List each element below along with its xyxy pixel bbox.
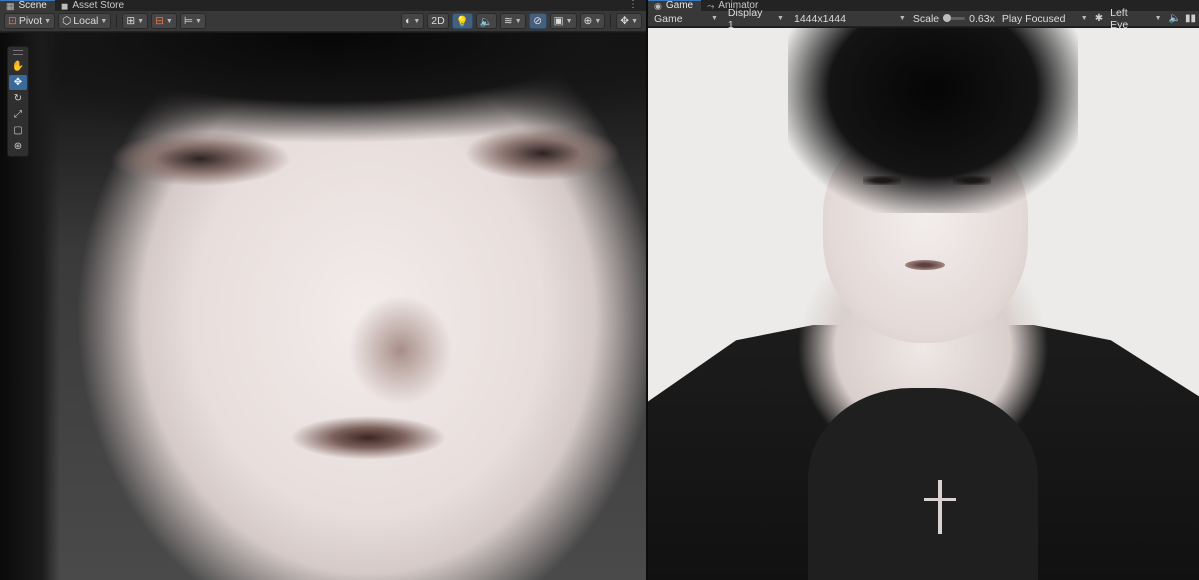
shirt-shape (808, 388, 1038, 580)
camera-dropdown[interactable]: ▣ ▼ (549, 13, 577, 29)
toolbar-divider (116, 14, 118, 28)
chevron-down-icon: ▼ (100, 17, 108, 25)
camera-icon: ▣ (553, 15, 564, 27)
tab-game[interactable]: ◉ Game (648, 0, 702, 11)
chevron-down-icon: ▼ (1154, 15, 1162, 22)
resolution-select[interactable]: 1444x1444 ▼ (791, 12, 909, 26)
chevron-down-icon: ▼ (710, 15, 718, 22)
gizmo-globe-icon: ⊕ (583, 15, 593, 27)
lips-shape (905, 260, 945, 270)
chevron-down-icon: ▼ (514, 17, 522, 25)
chevron-down-icon: ▼ (565, 17, 573, 25)
audio-toggle[interactable]: 🔈 (475, 13, 497, 29)
scale-slider[interactable] (943, 14, 966, 22)
tab-asset-store-label: Asset Store (72, 0, 125, 11)
snap-increment-button[interactable]: ⊟ ▼ (151, 13, 177, 29)
scene-hair-shape (0, 33, 646, 173)
scale-label: Scale (912, 12, 940, 25)
cross-necklace-bar-shape (924, 498, 956, 501)
align-icon: ⊨ (183, 15, 193, 27)
chevron-down-icon: ▼ (777, 15, 784, 22)
bug-icon[interactable]: ✱ (1095, 13, 1103, 24)
kebab-menu-icon[interactable]: ⋮ (628, 0, 646, 10)
chevron-down-icon: ▼ (137, 17, 145, 25)
display-select-value: Display 1 (727, 6, 763, 31)
speaker-icon: 🔈 (479, 15, 493, 28)
chevron-down-icon: ▼ (194, 17, 202, 25)
chevron-down-icon: ▼ (413, 17, 421, 25)
scene-viewport[interactable]: ✋ ✥ ↻ ⤢ ▢ ⊛ (0, 33, 646, 580)
animator-icon: ⤳ (707, 0, 715, 11)
rect-tool-icon[interactable]: ▢ (9, 123, 27, 138)
tab-game-label: Game (665, 0, 694, 11)
mute-audio-icon[interactable]: 🔈 (1169, 13, 1181, 24)
drag-grip-icon[interactable] (13, 50, 23, 55)
pivot-label: Pivot (18, 15, 43, 27)
scale-value: 0.63x (969, 12, 995, 25)
scene-pane: ▦ Scene ◼ Asset Store ⋮ ⊡ Pivot ▼ ⬡ Loca… (0, 0, 646, 580)
play-mode-select[interactable]: Play Focused ▼ (999, 12, 1091, 26)
display-select[interactable]: Display 1 ▼ (725, 7, 787, 31)
play-mode-select-value: Play Focused (1001, 12, 1066, 25)
scale-slider-knob[interactable] (943, 14, 952, 22)
tab-scene-label: Scene (18, 0, 47, 11)
scale-control: Scale 0.63x (913, 13, 995, 25)
cross-necklace-shape (938, 480, 942, 534)
effects-dropdown[interactable]: ≋ ▼ (499, 13, 526, 29)
game-pane: ◉ Game ⤳ Animator Game ▼ Display 1 ▼ 144… (648, 0, 1199, 580)
grid-icon: ▦ (6, 0, 15, 11)
view-select[interactable]: Game ▼ (651, 12, 721, 26)
scale-tool-icon[interactable]: ⤢ (9, 107, 27, 122)
chevron-down-icon: ▼ (594, 17, 602, 25)
gamepad-icon: ◉ (654, 0, 662, 11)
hair-shape (788, 28, 1078, 213)
tab-scene[interactable]: ▦ Scene (0, 0, 55, 11)
eye-select[interactable]: Left Eye ▼ (1107, 7, 1164, 31)
eye-select-value: Left Eye (1110, 6, 1129, 31)
grid-snap-button[interactable]: ⊞ ▼ (122, 13, 149, 29)
align-button[interactable]: ⊨ ▼ (179, 13, 206, 29)
chevron-down-icon: ▼ (898, 15, 906, 22)
lighting-toggle[interactable]: 💡 (451, 13, 473, 29)
chevron-down-icon: ▼ (1080, 15, 1088, 22)
local-label: Local (73, 15, 99, 27)
game-viewport[interactable] (648, 28, 1199, 580)
resolution-select-value: 1444x1444 (793, 12, 846, 25)
move-tool-icon[interactable]: ✥ (9, 75, 27, 90)
snap-icon: ⊟ (155, 15, 164, 27)
pivot-dropdown[interactable]: ⊡ Pivot ▼ (4, 13, 56, 29)
chevron-down-icon: ▼ (44, 17, 52, 25)
rotate-tool-icon[interactable]: ↻ (9, 91, 27, 106)
transform-tool-icon[interactable]: ⊛ (9, 139, 27, 154)
grid-icon: ⊞ (126, 15, 136, 27)
scene-tab-bar: ▦ Scene ◼ Asset Store ⋮ (0, 0, 646, 11)
overlay-menu-button[interactable]: ✥ ▼ (616, 13, 642, 29)
eye-slash-icon: ⊘ (533, 15, 543, 27)
hand-tool-icon[interactable]: ✋ (9, 59, 27, 74)
scene-visibility-toggle[interactable]: ⊘ (528, 13, 547, 29)
pivot-icon: ⊡ (8, 15, 17, 27)
shading-sphere-icon: ◐ (405, 15, 412, 27)
gizmos-dropdown[interactable]: ⊕ ▼ (579, 13, 606, 29)
mode-2d-toggle[interactable]: 2D (427, 13, 449, 29)
tools-overlay: ✋ ✥ ↻ ⤢ ▢ ⊛ (7, 46, 29, 157)
stats-icon[interactable]: ▮▮ (1185, 13, 1196, 24)
shading-mode-dropdown[interactable]: ◐ ▼ (401, 13, 425, 29)
move-arrows-icon: ✥ (620, 15, 630, 27)
effects-layers-icon: ≋ (503, 15, 513, 27)
tab-asset-store[interactable]: ◼ Asset Store (55, 0, 132, 11)
cube-icon: ⬡ (62, 15, 72, 27)
local-dropdown[interactable]: ⬡ Local ▼ (58, 13, 112, 29)
scene-toolbar: ⊡ Pivot ▼ ⬡ Local ▼ ⊞ ▼ ⊟ ▼ ⊨ ▼ ◐ ▼ 2D 💡 🔈 (0, 11, 646, 32)
chevron-down-icon: ▼ (631, 17, 638, 25)
chevron-down-icon: ▼ (165, 17, 173, 25)
toolbar-divider (610, 14, 612, 28)
view-select-value: Game (654, 12, 683, 25)
lightbulb-icon: 💡 (455, 15, 469, 28)
game-toolbar: Game ▼ Display 1 ▼ 1444x1444 ▼ Scale 0.6… (648, 7, 1199, 31)
bag-icon: ◼ (60, 0, 69, 11)
